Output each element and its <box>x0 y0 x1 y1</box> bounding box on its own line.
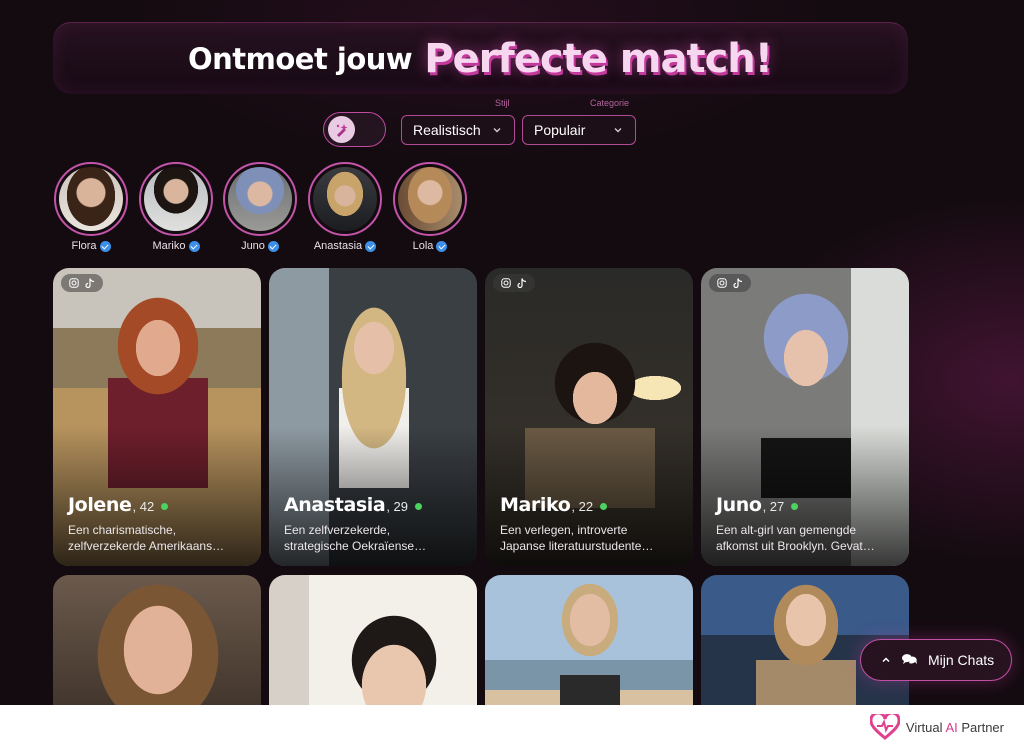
card-name: Jolene <box>68 494 132 516</box>
heart-logo-icon <box>869 714 900 740</box>
profile-card-juno[interactable]: Juno , 27 Een alt-girl van gemengde afko… <box>701 268 909 566</box>
my-chats-label: Mijn Chats <box>928 652 995 668</box>
social-links[interactable] <box>61 274 103 292</box>
card-age: , 27 <box>762 499 785 514</box>
instagram-icon[interactable] <box>69 278 79 288</box>
story-ring <box>308 162 382 236</box>
avatar <box>228 167 292 231</box>
card-name: Juno <box>716 494 762 516</box>
style-caption: Stijl <box>495 98 510 108</box>
story-name: Lola <box>412 240 434 252</box>
card-age: , 42 <box>132 499 155 514</box>
avatar <box>144 167 208 231</box>
tiktok-icon[interactable] <box>85 277 95 289</box>
style-dropdown-value: Realistisch <box>413 122 481 138</box>
chat-bubbles-icon <box>902 654 917 664</box>
story-ring <box>54 162 128 236</box>
avatar <box>59 167 123 231</box>
category-caption: Categorie <box>590 98 630 108</box>
hero-title-accent: Perfecte match! <box>424 36 773 82</box>
brand-logo[interactable]: Virtual AI Partner <box>869 714 1004 740</box>
social-links[interactable] <box>709 274 751 292</box>
chevron-down-icon <box>614 128 622 133</box>
online-status-icon <box>415 502 422 510</box>
brand-name: Virtual AI Partner <box>905 719 1004 735</box>
tiktok-icon[interactable] <box>517 277 527 289</box>
chevron-down-icon <box>493 128 501 133</box>
story-anastasia[interactable]: Anastasia <box>307 162 383 254</box>
story-name: Mariko <box>152 240 186 252</box>
instagram-icon[interactable] <box>717 278 727 288</box>
sparkle-brush-icon <box>328 116 355 143</box>
card-name: Anastasia <box>284 494 386 516</box>
story-juno[interactable]: Juno <box>222 162 298 254</box>
style-dropdown[interactable]: Realistisch <box>401 115 515 145</box>
avatar <box>398 167 462 231</box>
chevron-up-icon <box>882 657 890 663</box>
story-flora[interactable]: Flora <box>53 162 129 254</box>
verified-icon <box>436 240 448 252</box>
story-mariko[interactable]: Mariko <box>138 162 214 254</box>
profile-card-anastasia[interactable]: Anastasia , 29 Een zelfverzekerde, strat… <box>269 268 477 566</box>
story-name: Anastasia <box>313 240 363 252</box>
story-ring <box>223 162 297 236</box>
story-ring <box>393 162 467 236</box>
hero-title: Ontmoet jouw Perfecte match! <box>0 36 960 82</box>
verified-icon <box>188 240 200 252</box>
tiktok-icon[interactable] <box>733 277 743 289</box>
card-description: Een charismatische, zelfverzekerde Ameri… <box>68 523 225 553</box>
my-chats-button[interactable]: Mijn Chats <box>860 639 1012 681</box>
verified-icon <box>99 240 111 252</box>
story-name: Juno <box>241 240 265 252</box>
online-status-icon <box>161 502 169 510</box>
footer-bar: Virtual AI Partner <box>0 705 1024 750</box>
category-dropdown-value: Populair <box>534 122 586 138</box>
online-status-icon <box>600 502 608 510</box>
category-dropdown[interactable]: Populair <box>522 115 636 145</box>
card-description: Een verlegen, introverte Japanse literat… <box>500 523 654 553</box>
hero-title-lead: Ontmoet jouw <box>187 42 413 76</box>
card-description: Een alt-girl van gemengde afkomst uit Br… <box>716 523 875 553</box>
verified-icon <box>365 240 377 252</box>
card-description: Een zelfverzekerde, strategische Oekraïe… <box>284 523 427 553</box>
instagram-icon[interactable] <box>501 278 511 288</box>
online-status-icon <box>791 502 799 510</box>
style-mode-toggle[interactable] <box>323 112 386 147</box>
story-lola[interactable]: Lola <box>392 162 468 254</box>
card-name: Mariko <box>500 494 571 516</box>
avatar <box>313 167 377 231</box>
verified-icon <box>267 240 279 252</box>
card-age: , 22 <box>571 499 594 514</box>
story-ring <box>139 162 213 236</box>
social-links[interactable] <box>493 274 535 292</box>
profile-card-jolene[interactable]: Jolene , 42 Een charismatische, zelfverz… <box>53 268 261 566</box>
profile-card-mariko[interactable]: Mariko , 22 Een verlegen, introverte Jap… <box>485 268 693 566</box>
card-age: , 29 <box>386 499 408 514</box>
story-name: Flora <box>71 240 97 252</box>
